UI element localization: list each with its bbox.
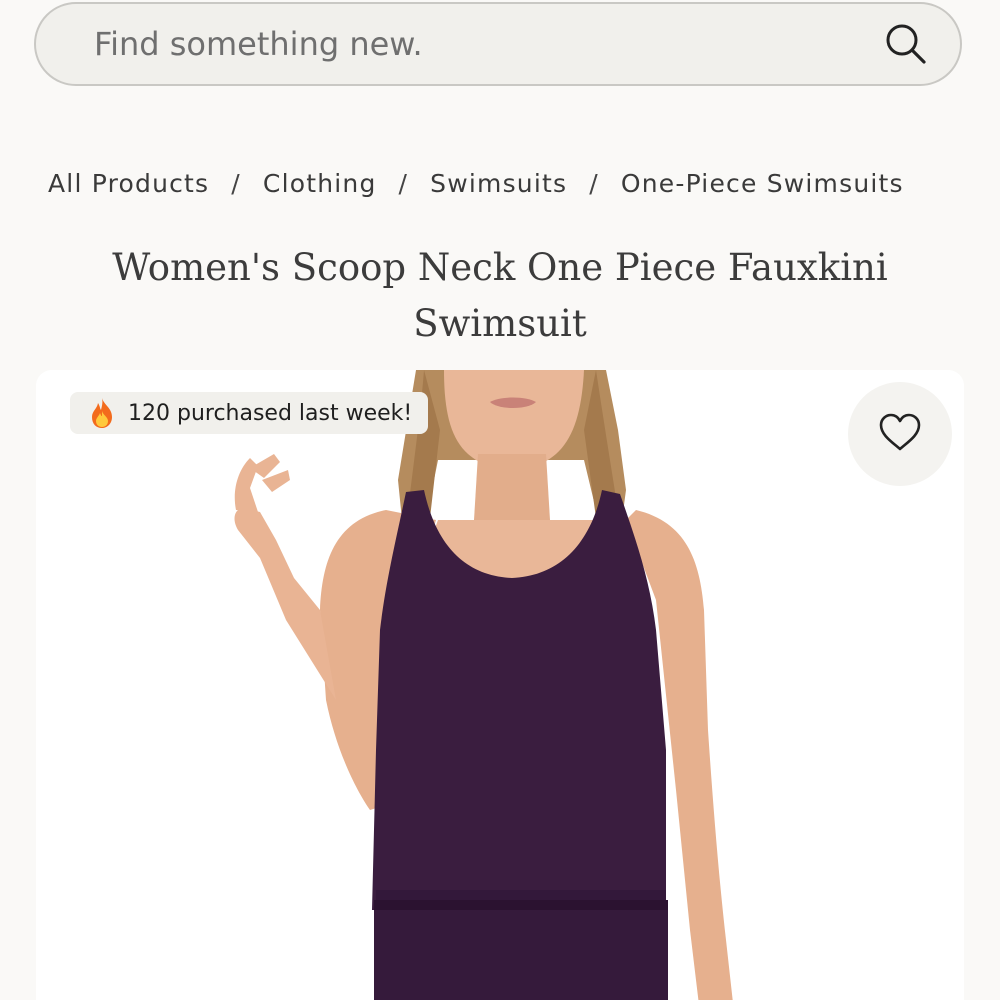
breadcrumb-separator: /	[231, 168, 241, 198]
product-image[interactable]	[36, 370, 964, 1000]
search-bar	[34, 2, 962, 86]
breadcrumb-separator: /	[398, 168, 409, 198]
breadcrumb-separator: /	[589, 168, 599, 198]
breadcrumb-swimsuits[interactable]: Swimsuits	[430, 169, 567, 198]
search-icon[interactable]	[882, 20, 930, 68]
breadcrumb-all-products[interactable]: All Products	[48, 169, 209, 198]
breadcrumb-one-piece-swimsuits[interactable]: One-Piece Swimsuits	[621, 169, 904, 198]
fire-icon	[88, 397, 116, 429]
breadcrumb-clothing[interactable]: Clothing	[263, 169, 377, 198]
breadcrumb: All Products / Clothing / Swimsuits / On…	[48, 162, 904, 204]
purchase-count-text: 120 purchased last week!	[128, 400, 413, 426]
purchase-count-badge: 120 purchased last week!	[70, 392, 429, 434]
favorite-button[interactable]	[848, 382, 952, 486]
heart-icon	[878, 412, 922, 456]
search-input[interactable]	[36, 3, 882, 85]
product-title: Women's Scoop Neck One Piece Fauxkini Sw…	[112, 246, 888, 345]
product-image-card: 120 purchased last week!	[36, 370, 964, 1000]
